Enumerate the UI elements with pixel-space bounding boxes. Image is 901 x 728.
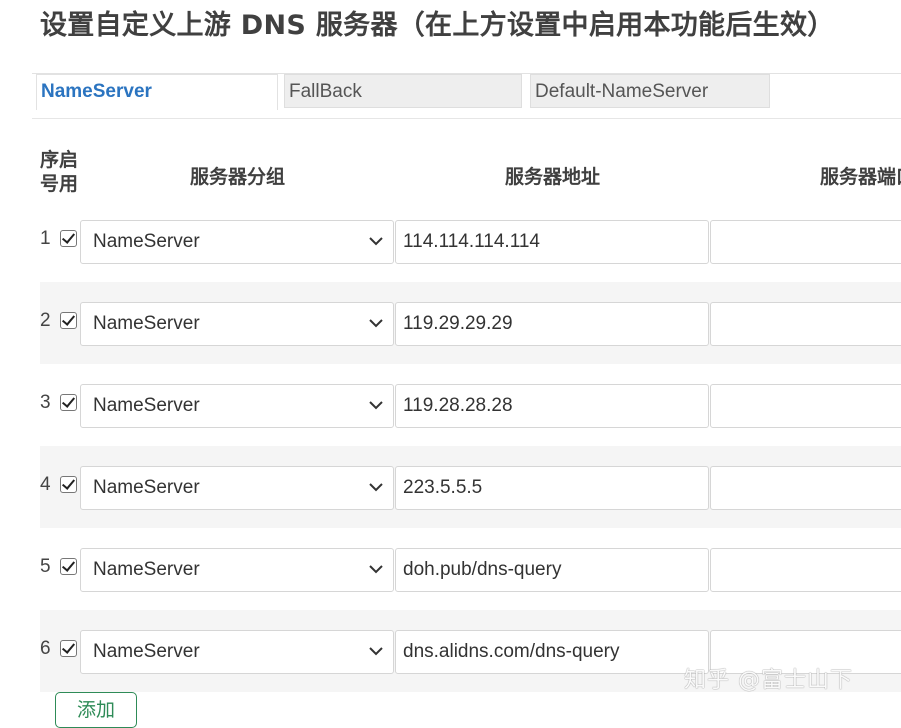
server-group-value: NameServer	[93, 477, 200, 498]
server-group-select[interactable]: NameServer	[80, 630, 394, 674]
row-index: 6	[40, 638, 51, 659]
server-address-value: doh.pub/dns-query	[403, 559, 562, 580]
chevron-down-icon	[369, 319, 383, 328]
server-address-input[interactable]: doh.pub/dns-query	[395, 548, 709, 592]
server-port-input[interactable]	[710, 384, 901, 428]
server-address-value: dns.alidns.com/dns-query	[403, 641, 620, 662]
chevron-down-icon	[369, 565, 383, 574]
server-group-value: NameServer	[93, 641, 200, 662]
tab-default-nameserver[interactable]: Default-NameServer	[530, 74, 770, 108]
watermark: 知乎 @富士山下	[684, 668, 853, 693]
enable-checkbox[interactable]	[60, 394, 77, 411]
enable-checkbox[interactable]	[60, 230, 77, 247]
tab-nameserver[interactable]: NameServer	[36, 74, 278, 110]
table-row: 4 NameServer 223.5.5.5	[40, 446, 901, 528]
page-title: 设置自定义上游 DNS 服务器（在上方设置中启用本功能后生效）	[40, 10, 835, 41]
header-server-port: 服务器端口	[820, 166, 901, 188]
add-button[interactable]: 添加	[55, 692, 137, 728]
enable-checkbox[interactable]	[60, 558, 77, 575]
section-divider	[32, 118, 901, 119]
chevron-down-icon	[369, 483, 383, 492]
server-group-select[interactable]: NameServer	[80, 548, 394, 592]
header-index-enable: 序启 号用	[40, 148, 78, 196]
server-group-value: NameServer	[93, 231, 200, 252]
server-address-input[interactable]: 223.5.5.5	[395, 466, 709, 510]
row-index: 2	[40, 310, 51, 331]
chevron-down-icon	[369, 237, 383, 246]
server-address-input[interactable]: 119.28.28.28	[395, 384, 709, 428]
chevron-down-icon	[369, 647, 383, 656]
header-index-enable-line1: 序启	[40, 149, 79, 171]
server-address-value: 114.114.114.114	[403, 231, 540, 252]
table-row: 2 NameServer 119.29.29.29	[40, 282, 901, 364]
server-address-value: 119.28.28.28	[403, 395, 513, 416]
server-group-select[interactable]: NameServer	[80, 384, 394, 428]
server-group-value: NameServer	[93, 313, 200, 334]
enable-checkbox[interactable]	[60, 476, 77, 493]
server-group-select[interactable]: NameServer	[80, 220, 394, 264]
tab-fallback[interactable]: FallBack	[284, 74, 522, 108]
server-group-select[interactable]: NameServer	[80, 302, 394, 346]
row-index: 5	[40, 556, 51, 577]
server-address-value: 119.29.29.29	[403, 313, 513, 334]
server-address-input[interactable]: 114.114.114.114	[395, 220, 709, 264]
server-port-input[interactable]	[710, 466, 901, 510]
header-server-address: 服务器地址	[505, 166, 601, 188]
server-group-value: NameServer	[93, 395, 200, 416]
header-index-enable-line2: 号用	[40, 173, 79, 195]
server-address-input[interactable]: dns.alidns.com/dns-query	[395, 630, 709, 674]
header-server-group: 服务器分组	[190, 166, 286, 188]
server-port-input[interactable]	[710, 220, 901, 264]
row-index: 4	[40, 474, 51, 495]
server-port-input[interactable]	[710, 548, 901, 592]
chevron-down-icon	[369, 401, 383, 410]
enable-checkbox[interactable]	[60, 312, 77, 329]
server-address-input[interactable]: 119.29.29.29	[395, 302, 709, 346]
server-port-input[interactable]	[710, 302, 901, 346]
enable-checkbox[interactable]	[60, 640, 77, 657]
server-group-value: NameServer	[93, 559, 200, 580]
server-address-value: 223.5.5.5	[403, 477, 483, 498]
row-index: 3	[40, 392, 51, 413]
server-group-select[interactable]: NameServer	[80, 466, 394, 510]
row-index: 1	[40, 228, 51, 249]
